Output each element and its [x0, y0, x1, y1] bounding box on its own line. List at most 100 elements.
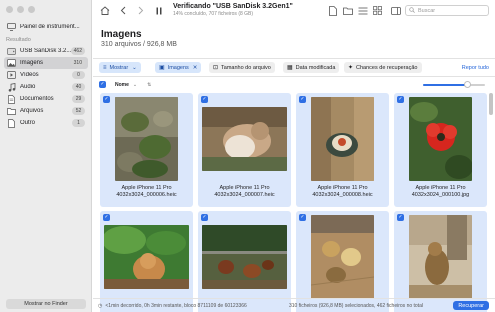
list-header: ✓ Nome ⌄ ⇅ [93, 79, 495, 90]
recovery-chances-filter-button[interactable]: ✦ Chances de recuperação [344, 62, 422, 73]
scan-title: Verificando "USB SanDisk 3.2Gen1" [173, 3, 293, 10]
close-window-button[interactable] [6, 6, 13, 13]
scan-progress-text: 14% concluído, 707 ficheiros (8 GB) [173, 11, 254, 17]
file-checkbox[interactable]: ✓ [103, 96, 110, 103]
sidebar-item-label: Imagens [20, 60, 44, 66]
document-icon [7, 94, 16, 104]
monitor-icon [7, 23, 16, 32]
file-thumbnail [202, 107, 287, 171]
scan-title-group: Verificando "USB SanDisk 3.2Gen1" 14% co… [173, 3, 293, 17]
sidebar-item-label: Documentos [20, 96, 54, 102]
selection-summary: 310 ficheiros (926,8 MB) selecionados, 4… [289, 303, 423, 309]
sidebar-item-count: 310 [70, 59, 85, 67]
music-icon [7, 82, 16, 92]
file-tile[interactable]: ✓ Apple iPhone 11 Pro 4032x3024_000007.h… [198, 93, 291, 207]
file-icon [7, 118, 16, 128]
chevron-down-icon: ⌄ [132, 64, 137, 71]
date-modified-filter-button[interactable]: ▦ Data modificada [283, 62, 340, 73]
document-view-icon[interactable] [327, 5, 338, 16]
sidebar-item-usb-drive[interactable]: USB SanDisk 3.2... 462 [4, 45, 88, 57]
reset-all-link[interactable]: Repor tudo [462, 65, 489, 71]
file-name-label: 4032x3024_000100.jpg [411, 192, 470, 198]
folder-view-icon[interactable] [342, 5, 353, 16]
sidebar-item-label: USB SanDisk 3.2... [20, 48, 71, 54]
sidebar-item-label: Áudio [20, 84, 36, 90]
sidebar-item-count: 40 [72, 83, 85, 91]
sidebar-item-audio[interactable]: Áudio 40 [4, 81, 88, 93]
sidebar-item-videos[interactable]: Vídeos 0 [4, 69, 88, 81]
file-checkbox[interactable]: ✓ [397, 214, 404, 221]
slider-knob[interactable] [464, 81, 472, 88]
sidebar-item-label: Arquivos [20, 108, 44, 114]
back-icon[interactable] [117, 5, 128, 16]
file-tile[interactable]: ✓ [198, 211, 291, 312]
sidebar-item-documents[interactable]: Documentos 29 [4, 93, 88, 105]
file-thumbnail [115, 97, 178, 181]
status-bar: ◷ <1min decorrido, 0h 3min restante, blo… [93, 298, 495, 312]
show-in-finder-button[interactable]: Mostrar no Finder [6, 299, 86, 309]
grid-view-icon[interactable] [372, 5, 383, 16]
list-view-icon[interactable] [357, 5, 368, 16]
file-checkbox[interactable]: ✓ [201, 96, 208, 103]
file-tile[interactable]: ✓ [100, 211, 193, 312]
pause-icon[interactable] [153, 5, 164, 16]
column-header-name[interactable]: Nome [115, 82, 129, 88]
sidebar-item-count: 1 [72, 119, 85, 127]
search-input[interactable]: Buscar [405, 5, 489, 16]
file-checkbox[interactable]: ✓ [299, 214, 306, 221]
sidebar-item-images[interactable]: Imagens 310 [4, 57, 88, 69]
slider-fill [423, 84, 468, 86]
file-thumbnail [409, 97, 472, 181]
sidebar-section-label: Resultado [6, 37, 31, 43]
show-filter-button[interactable]: ≡ Mostrar ⌄ [99, 62, 141, 73]
drive-icon [7, 47, 16, 56]
thumbnail-size-slider[interactable] [423, 81, 485, 88]
file-thumbnail [202, 225, 287, 289]
home-icon[interactable] [99, 5, 110, 16]
images-filter-label: Imagens [167, 64, 189, 71]
sidebar-item-label: Painel de instrument... [20, 24, 80, 30]
file-size-filter-label: Tamanho do arquivo [221, 64, 271, 71]
grid-scrollbar[interactable] [489, 93, 493, 298]
images-filter-chip[interactable]: ▣ Imagens ✕ [155, 62, 202, 73]
file-tile[interactable]: ✓ Apple iPhone 11 Pro 4032x3024_000006.h… [100, 93, 193, 207]
date-modified-filter-label: Data modificada [295, 64, 336, 71]
file-tile[interactable]: ✓ [296, 211, 389, 312]
sort-arrow-icon[interactable]: ⌄ [133, 82, 137, 88]
close-icon[interactable]: ✕ [193, 65, 198, 71]
zoom-window-button[interactable] [28, 6, 35, 13]
recover-button[interactable]: Recuperar [453, 301, 489, 310]
page-title: Imagens [101, 29, 142, 40]
image-icon [7, 59, 16, 68]
preview-panel-icon[interactable] [390, 5, 401, 16]
toolbar: Verificando "USB SanDisk 3.2Gen1" 14% co… [93, 0, 495, 22]
size-icon: ⊡ [213, 65, 219, 71]
file-tile[interactable]: ✓ Apple iPhone 11 Pro 4032x3024_000008.h… [296, 93, 389, 207]
file-checkbox[interactable]: ✓ [299, 96, 306, 103]
sidebar-item-archives[interactable]: Arquivos 52 [4, 105, 88, 117]
file-device-label: Apple iPhone 11 Pro [121, 185, 172, 191]
file-checkbox[interactable]: ✓ [201, 214, 208, 221]
sidebar-item-count: 52 [72, 107, 85, 115]
sidebar-item-dashboard[interactable]: Painel de instrument... [4, 21, 88, 33]
sort-options-icon[interactable]: ⇅ [147, 82, 151, 88]
filter-bar: ≡ Mostrar ⌄ ▣ Imagens ✕ ⊡ Tamanho do arq… [93, 58, 495, 77]
scan-progress-status: <1min decorrido, 0h 3min restante, bloco… [105, 302, 247, 309]
file-checkbox[interactable]: ✓ [103, 214, 110, 221]
file-device-label: Apple iPhone 11 Pro [317, 185, 368, 191]
minimize-window-button[interactable] [17, 6, 24, 13]
sidebar-item-other[interactable]: Outro 1 [4, 117, 88, 129]
filter-lines-icon: ≡ [103, 64, 107, 71]
sidebar-item-label: Vídeos [20, 72, 39, 78]
file-tile[interactable]: ✓ [394, 211, 487, 312]
file-checkbox[interactable]: ✓ [397, 96, 404, 103]
file-thumbnail [409, 215, 472, 299]
select-all-checkbox[interactable]: ✓ [99, 81, 106, 88]
scrollbar-thumb[interactable] [489, 93, 493, 115]
file-name-label: 4032x3024_000007.heic [214, 192, 275, 198]
file-tile[interactable]: ✓ Apple iPhone 11 Pro 4032x3024_000100.j… [394, 93, 487, 207]
forward-icon[interactable] [135, 5, 146, 16]
file-device-label: Apple iPhone 11 Pro [415, 185, 466, 191]
video-icon [7, 71, 16, 80]
file-size-filter-button[interactable]: ⊡ Tamanho do arquivo [209, 62, 275, 73]
